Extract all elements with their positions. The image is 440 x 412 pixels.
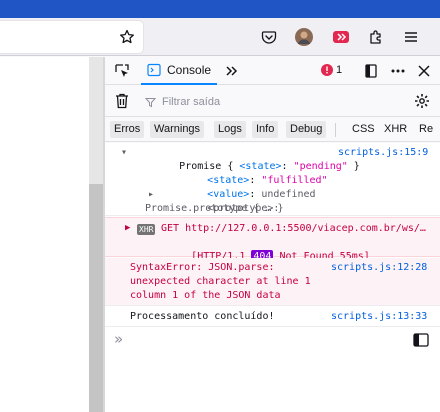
xhr-badge: XHR (137, 224, 156, 235)
filter-css-button[interactable]: CSS (352, 121, 375, 138)
filter-xhr-button[interactable]: XHR (384, 121, 407, 138)
page-scrollbar[interactable] (89, 57, 103, 412)
filter-requests-button[interactable]: Re (419, 121, 433, 138)
tab-console[interactable]: Console (141, 57, 218, 85)
xhr-expand-arrow-icon[interactable]: ▶ (125, 223, 130, 233)
devtools-toolbar: Console 1 (105, 57, 440, 85)
more-options-icon[interactable] (387, 60, 409, 82)
filter-errors-button[interactable]: Erros (110, 121, 145, 138)
filter-info-button[interactable]: Info (252, 121, 279, 138)
filter-debug-button[interactable]: Debug (286, 121, 327, 138)
editor-mode-icon[interactable] (413, 333, 429, 350)
syntax-error-line-3: column 1 of the JSON data (130, 290, 281, 301)
console-icon (147, 63, 161, 77)
gear-icon[interactable] (411, 90, 433, 112)
error-count: 1 (336, 64, 343, 76)
prompt-chevron-icon: » (114, 330, 124, 348)
filter-bar: Filtrar saída (105, 86, 440, 117)
collapse-arrow-icon[interactable]: ▸ (148, 188, 154, 202)
web-page-content[interactable] (0, 57, 89, 412)
console-message-log: Processamento concluído! scripts.js:13:3… (105, 307, 440, 327)
promise-prototype-value: Promise.prototype { … } (145, 203, 284, 214)
xhr-request-line[interactable]: GET http://127.0.0.1:5500/viacep.com.br/… (161, 222, 426, 236)
menu-hamburger-icon[interactable] (400, 26, 422, 48)
source-link-promise[interactable]: scripts.js:15:9 (338, 146, 428, 160)
console-message-promise: ▾ Promise { <state>: "pending" } scripts.… (105, 143, 440, 216)
log-level-filters: Erros Warnings Logs Info Debug CSS XHR R… (105, 118, 440, 142)
pocket-icon[interactable] (258, 26, 280, 48)
console-input[interactable]: » (105, 328, 440, 352)
filter-placeholder: Filtrar saída (162, 96, 221, 108)
console-message-xhr[interactable]: ▶ XHR GET http://127.0.0.1:5500/viacep.c… (105, 217, 440, 264)
console-output: ▾ Promise { <state>: "pending" } scripts.… (105, 143, 440, 412)
filter-warnings-button[interactable]: Warnings (150, 121, 205, 138)
trash-icon[interactable] (111, 90, 133, 112)
filter-input[interactable]: Filtrar saída (145, 92, 405, 112)
syntax-error-line-2: unexpected character at line 1 (130, 276, 311, 287)
log-text: Processamento concluído! (130, 311, 275, 322)
extensions-puzzle-icon[interactable] (365, 26, 387, 48)
profile-avatar[interactable] (293, 26, 315, 48)
tab-console-label: Console (167, 63, 212, 77)
error-count-indicator[interactable]: 1 (321, 64, 342, 76)
star-icon[interactable] (116, 26, 138, 48)
error-icon (321, 64, 333, 76)
navigation-toolbar (0, 18, 440, 56)
levels-divider (335, 123, 336, 137)
filter-logs-button[interactable]: Logs (214, 121, 246, 138)
source-link-log[interactable]: scripts.js:13:33 (331, 310, 427, 324)
dock-side-icon[interactable] (360, 60, 382, 82)
tab-strip (0, 0, 440, 18)
element-picker-icon[interactable] (111, 60, 133, 82)
page-scrollbar-thumb[interactable] (89, 184, 103, 412)
more-tabs-chevron-icon[interactable] (221, 60, 243, 82)
expand-arrow-icon[interactable]: ▾ (121, 146, 127, 160)
filter-funnel-icon (145, 97, 156, 107)
syntax-error-line-1: SyntaxError: JSON.parse: (130, 262, 275, 273)
extension-red-icon[interactable] (330, 26, 352, 48)
console-message-syntax-error: SyntaxError: JSON.parse: unexpected char… (105, 258, 440, 306)
close-icon[interactable] (413, 60, 435, 82)
source-link-syntax-error[interactable]: scripts.js:12:28 (331, 261, 427, 275)
devtools-panel: Console 1 Filtrar saída Erros Warnings L… (105, 57, 440, 412)
url-bar[interactable] (0, 21, 143, 53)
